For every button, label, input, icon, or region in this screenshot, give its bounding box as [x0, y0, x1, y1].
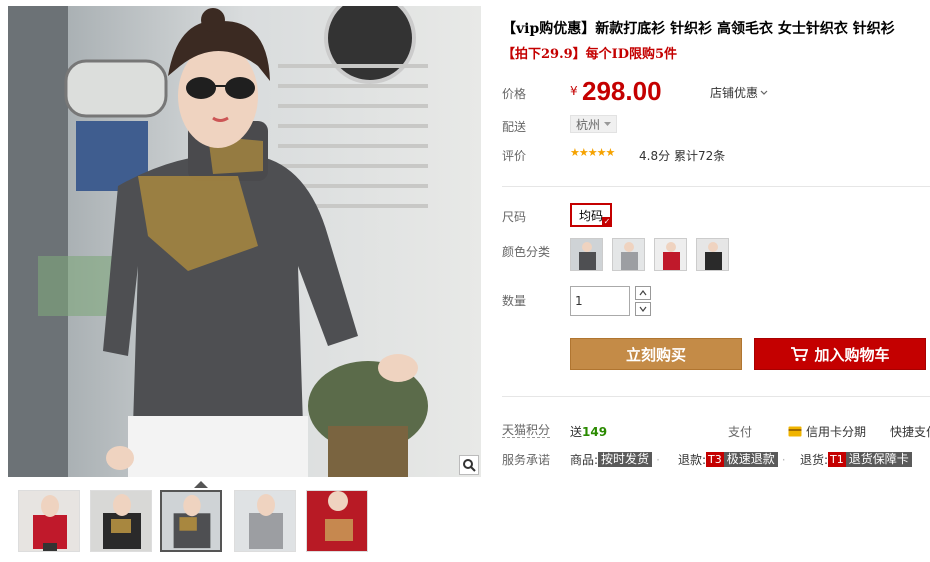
service-fast-refund[interactable]: 退款: T3 极速退款 ·: [678, 451, 790, 468]
product-photo-illustration: [8, 6, 481, 477]
credit-installment-label: 信用卡分期: [806, 425, 867, 439]
magnifier-icon: [463, 459, 476, 472]
add-to-cart-label: 加入购物车: [814, 345, 890, 364]
size-label: 尺码: [502, 210, 527, 224]
quantity-decrease-button[interactable]: [635, 302, 651, 316]
service-badge: T1: [828, 452, 846, 467]
credit-card-icon: [788, 426, 802, 437]
tmall-points-label[interactable]: 天猫积分: [502, 423, 551, 438]
thumbnail-light-grey-sweater[interactable]: [234, 490, 296, 552]
thumb-image: [162, 492, 220, 550]
store-promo-dropdown[interactable]: 店铺优惠: [710, 84, 768, 101]
swatch-image: [571, 239, 602, 270]
color-label: 颜色分类: [502, 245, 551, 259]
service-ship-on-time[interactable]: 商品: 按时发货 ·: [570, 451, 664, 468]
active-thumb-caret: [194, 481, 208, 488]
shipping-label: 配送: [502, 120, 527, 134]
service-return-guarantee[interactable]: 退货: T1 退货保障卡: [800, 451, 912, 468]
thumbnail-black-sweater[interactable]: [90, 490, 152, 552]
thumb-image: [19, 491, 79, 551]
service-tag: 退货保障卡: [845, 452, 912, 467]
payment-label: 支付: [728, 425, 753, 439]
shipping-city: 杭州: [576, 117, 601, 132]
thumbnail-red-sweater[interactable]: [18, 490, 80, 552]
product-title: 【vip购优惠】新款打底衫 针织衫 高领毛衣 女士针织衣 针织衫: [502, 21, 895, 37]
product-detail: 【vip购优惠】新款打底衫 针织衫 高领毛衣 女士针织衣 针织衫 【拍下29.9…: [502, 0, 930, 562]
color-swatch-red[interactable]: [654, 238, 687, 271]
size-option-one-size[interactable]: 均码 ✓: [570, 203, 612, 227]
chevron-up-icon: [639, 290, 647, 296]
price-row: 价格 ¥ 298.00 店铺优惠: [502, 76, 930, 108]
size-option-label: 均码: [578, 208, 603, 223]
reviews-label: 评价: [502, 149, 527, 163]
caret-down-icon: [604, 121, 612, 126]
chevron-down-icon: [760, 90, 768, 95]
thumb-image: [235, 491, 295, 551]
chevron-down-icon: [639, 306, 647, 312]
rating-score: 4.8分: [639, 149, 671, 163]
zoom-button[interactable]: [459, 455, 479, 475]
shopping-cart-icon: [791, 347, 809, 362]
service-prefix: 商品:: [570, 453, 599, 467]
color-swatch-light-grey[interactable]: [612, 238, 645, 271]
service-prefix: 退款:: [678, 453, 707, 467]
swatch-image: [613, 239, 644, 270]
store-promo-label: 店铺优惠: [710, 86, 759, 100]
points-number: 149: [582, 425, 608, 439]
quantity-label: 数量: [502, 294, 527, 308]
credit-installment-link[interactable]: 信用卡分期: [788, 423, 866, 440]
price-value: 298.00: [582, 76, 662, 106]
thumbnail-grey-sweater[interactable]: [160, 490, 222, 552]
main-product-photo[interactable]: [8, 6, 481, 477]
quantity-input[interactable]: [570, 286, 630, 316]
buy-now-button[interactable]: 立刻购买: [570, 338, 742, 370]
separator: ·: [656, 452, 660, 467]
swatch-image: [655, 239, 686, 270]
service-badge: T3: [706, 452, 724, 467]
currency-symbol: ¥: [570, 84, 578, 98]
points-prefix: 送: [570, 425, 583, 439]
color-swatch-grey-model[interactable]: [570, 238, 603, 271]
thumbnail-strip: [8, 481, 481, 555]
add-to-cart-button[interactable]: 加入购物车: [754, 338, 926, 370]
buy-now-label: 立刻购买: [625, 345, 686, 364]
color-swatch-black[interactable]: [696, 238, 729, 271]
quantity-increase-button[interactable]: [635, 286, 651, 300]
price-label: 价格: [502, 87, 527, 101]
selected-check-icon: ✓: [602, 217, 612, 227]
service-label: 服务承诺: [502, 453, 551, 467]
service-tag: 极速退款: [723, 452, 778, 467]
service-tag: 按时发货: [598, 452, 653, 467]
thumb-image: [91, 491, 151, 551]
quick-pay-link[interactable]: 快捷支付: [890, 423, 930, 440]
divider: [502, 186, 930, 187]
thumbnail-red-closeup[interactable]: [306, 490, 368, 552]
review-count-link[interactable]: 累计72条: [674, 147, 725, 164]
product-subtitle: 【拍下29.9】每个ID限购5件: [502, 47, 678, 62]
service-prefix: 退货:: [800, 453, 829, 467]
thumb-image: [307, 491, 367, 551]
separator: ·: [781, 452, 786, 467]
shipping-city-select[interactable]: 杭州: [570, 115, 618, 133]
swatch-image: [697, 239, 728, 270]
divider: [502, 396, 930, 397]
star-rating-icon: ★★★★★: [570, 146, 615, 159]
points-value: 送149: [570, 423, 607, 440]
